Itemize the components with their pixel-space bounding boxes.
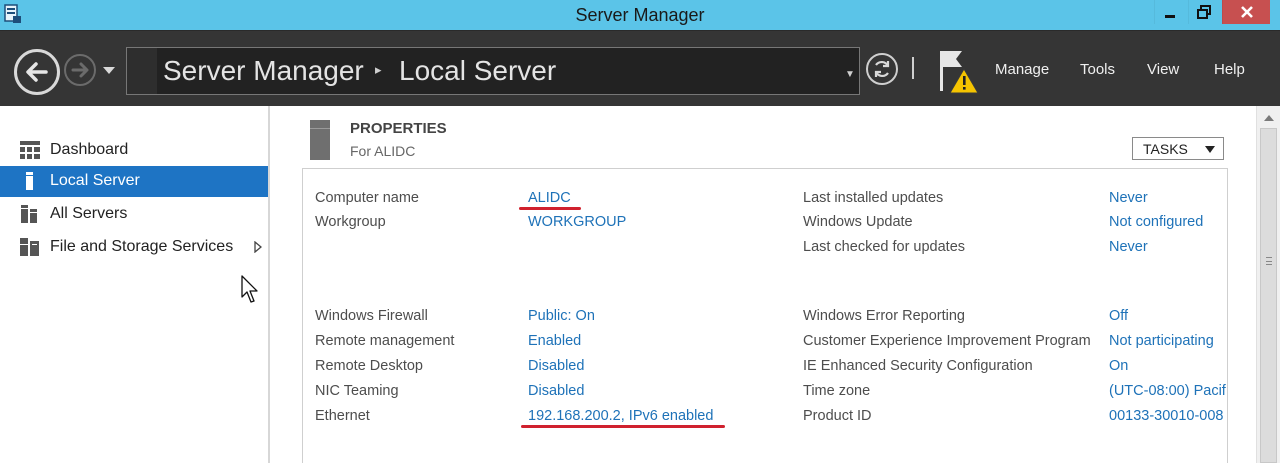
- mouse-cursor-icon: [241, 275, 258, 303]
- property-label: NIC Teaming: [315, 383, 399, 399]
- sidebar-item-label: Local Server: [50, 172, 140, 189]
- chevron-down-icon: [1205, 146, 1215, 153]
- property-label: Workgroup: [315, 214, 386, 230]
- property-label: Time zone: [803, 383, 871, 399]
- scrollbar-thumb[interactable]: [1260, 128, 1277, 463]
- property-label: Last checked for updates: [803, 239, 966, 255]
- ie-esc-link[interactable]: On: [1109, 358, 1128, 374]
- refresh-button[interactable]: [866, 53, 898, 85]
- annotation-underline: [519, 207, 581, 210]
- menu-tools[interactable]: Tools: [1080, 61, 1115, 78]
- property-label: Windows Update: [803, 214, 913, 230]
- forward-arrow-icon: [71, 62, 89, 78]
- ethernet-link[interactable]: 192.168.200.2, IPv6 enabled: [528, 408, 713, 424]
- menu-manage[interactable]: Manage: [995, 61, 1049, 78]
- menu-help[interactable]: Help: [1214, 61, 1245, 78]
- header-divider: [912, 57, 914, 79]
- breadcrumb[interactable]: Server Manager ▸ Local Server ▼: [126, 47, 860, 95]
- product-id-link[interactable]: 00133-30010-008: [1109, 408, 1224, 424]
- minimize-button[interactable]: [1154, 0, 1184, 24]
- breadcrumb-dropdown-icon[interactable]: ▼: [845, 69, 855, 80]
- properties-title: PROPERTIES: [350, 120, 447, 137]
- nic-teaming-link[interactable]: Disabled: [528, 383, 584, 399]
- property-label: Computer name: [315, 190, 419, 206]
- vertical-scrollbar[interactable]: [1256, 106, 1280, 463]
- property-label: Windows Firewall: [315, 308, 428, 324]
- flag-warning-icon[interactable]: [936, 47, 980, 97]
- properties-server-icon: [310, 120, 330, 160]
- windows-firewall-link[interactable]: Public: On: [528, 308, 595, 324]
- property-label: Customer Experience Improvement Program: [803, 333, 1091, 349]
- back-button[interactable]: [14, 49, 60, 95]
- menu-view[interactable]: View: [1147, 61, 1179, 78]
- back-arrow-icon: [26, 62, 48, 82]
- header-bar: Server Manager ▸ Local Server ▼ Manage T…: [0, 30, 1280, 106]
- properties-panel: Computer name ALIDC Workgroup WORKGROUP …: [302, 168, 1228, 463]
- remote-management-link[interactable]: Enabled: [528, 333, 581, 349]
- windows-update-link[interactable]: Not configured: [1109, 214, 1203, 230]
- sidebar-item-label: File and Storage Services: [50, 238, 234, 255]
- annotation-underline: [521, 425, 725, 428]
- sidebar-item-label: Dashboard: [50, 141, 129, 158]
- close-icon: [1240, 6, 1253, 18]
- property-label: Remote Desktop: [315, 358, 423, 374]
- scroll-grip-icon: [1266, 257, 1272, 265]
- windows-error-reporting-link[interactable]: Off: [1109, 308, 1128, 324]
- breadcrumb-current[interactable]: Local Server: [399, 55, 556, 87]
- scroll-up-arrow-icon[interactable]: [1264, 114, 1274, 122]
- computer-name-link[interactable]: ALIDC: [528, 190, 571, 206]
- sidebar-item-local-server[interactable]: Local Server: [0, 166, 268, 197]
- title-bar: Server Manager: [0, 0, 1280, 30]
- close-button[interactable]: [1222, 0, 1270, 24]
- all-servers-icon: [21, 205, 37, 223]
- window-title: Server Manager: [575, 5, 705, 25]
- sidebar-item-file-storage[interactable]: File and Storage Services: [0, 232, 268, 263]
- local-server-icon: [26, 172, 33, 190]
- sidebar: Dashboard Local Server All Servers File …: [0, 106, 270, 463]
- refresh-icon: [874, 60, 890, 78]
- last-checked-updates-link[interactable]: Never: [1109, 239, 1148, 255]
- property-label: Windows Error Reporting: [803, 308, 965, 324]
- chevron-right-icon[interactable]: [254, 241, 262, 253]
- restore-icon: [1196, 5, 1211, 19]
- time-zone-link[interactable]: (UTC-08:00) Pacif: [1109, 383, 1226, 399]
- workgroup-link[interactable]: WORKGROUP: [528, 214, 626, 230]
- dashboard-icon: [20, 141, 40, 159]
- file-storage-icon: [20, 238, 39, 256]
- main-content: PROPERTIES For ALIDC TASKS Computer name…: [272, 106, 1256, 463]
- forward-button[interactable]: [64, 54, 96, 86]
- sidebar-item-all-servers[interactable]: All Servers: [0, 199, 268, 230]
- breadcrumb-home-strip: [127, 48, 157, 94]
- maximize-button[interactable]: [1188, 0, 1218, 24]
- property-label: Ethernet: [315, 408, 370, 424]
- breadcrumb-separator-icon: ▸: [375, 62, 382, 77]
- properties-subtitle: For ALIDC: [350, 143, 416, 159]
- tasks-dropdown-button[interactable]: TASKS: [1132, 137, 1224, 160]
- remote-desktop-link[interactable]: Disabled: [528, 358, 584, 374]
- history-dropdown-icon[interactable]: [102, 65, 116, 75]
- sidebar-item-dashboard[interactable]: Dashboard: [0, 135, 268, 166]
- property-label: Last installed updates: [803, 190, 944, 206]
- breadcrumb-root[interactable]: Server Manager: [163, 55, 364, 87]
- property-label: Remote management: [315, 333, 455, 349]
- sidebar-item-label: All Servers: [50, 205, 128, 222]
- tasks-label: TASKS: [1143, 141, 1188, 157]
- property-label: Product ID: [803, 408, 872, 424]
- property-label: IE Enhanced Security Configuration: [803, 358, 1033, 374]
- ceip-link[interactable]: Not participating: [1109, 333, 1214, 349]
- minimize-icon: [1164, 15, 1175, 18]
- last-installed-updates-link[interactable]: Never: [1109, 190, 1148, 206]
